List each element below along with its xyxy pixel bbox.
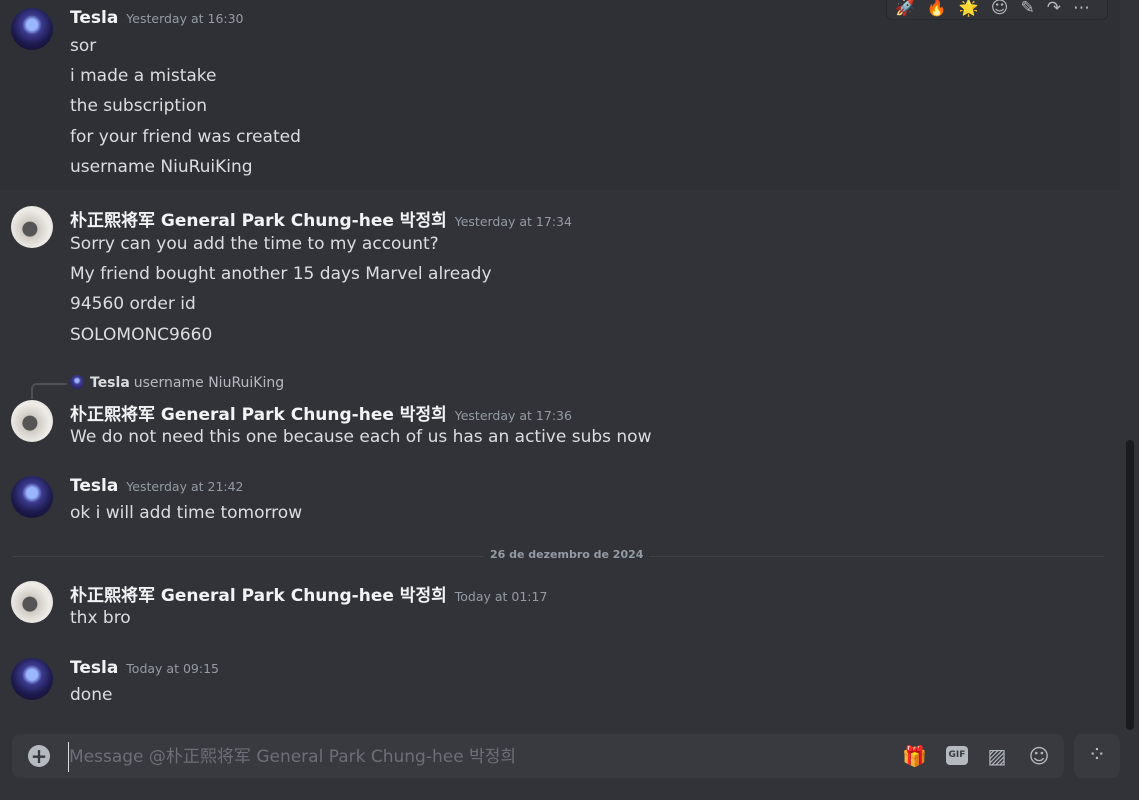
chat-messages: Tesla Yesterday at 16:30 sor i made a mis…	[0, 0, 1125, 730]
message-text: done	[70, 685, 113, 705]
message-timestamp: Yesterday at 17:36	[454, 408, 572, 423]
message-text: the subscription	[70, 96, 207, 116]
upload-plus-icon[interactable]: +	[28, 745, 50, 767]
message-text: We do not need this one because each of …	[70, 427, 652, 447]
add-reaction-icon[interactable]: ☺	[991, 0, 1009, 17]
reply-author: Tesla	[90, 375, 130, 391]
message-group[interactable]: 朴正熙将军 General Park Chung-hee 박정희 Today at…	[0, 571, 1120, 633]
message-composer: + 🎁 GIF ▨ ☺	[12, 734, 1064, 778]
author-name[interactable]: Tesla	[70, 658, 118, 678]
message-group[interactable]: Tesla Today at 09:15 done	[0, 648, 1120, 710]
message-group[interactable]: Tesla Yesterday at 16:30 sor i made a mis…	[0, 0, 1120, 190]
chat-scrollbar[interactable]	[1126, 440, 1134, 730]
message-timestamp: Yesterday at 16:30	[126, 11, 244, 26]
message-text: sor	[70, 36, 97, 56]
author-name[interactable]: Tesla	[70, 476, 118, 496]
message-text: i made a mistake	[70, 66, 217, 86]
avatar[interactable]	[11, 658, 53, 700]
message-group[interactable]: 朴正熙将军 General Park Chung-hee 박정희 Yesterda…	[0, 390, 1120, 452]
message-group[interactable]: Tesla Yesterday at 21:42 ok i will add ti…	[0, 466, 1120, 528]
message-text: 94560 order id	[70, 294, 196, 314]
reaction-star[interactable]: 🌟	[959, 0, 979, 17]
avatar[interactable]	[11, 581, 53, 623]
reply-reference[interactable]: Tesla username NiuRuiKing	[70, 375, 284, 391]
more-icon[interactable]: ⋯	[1073, 0, 1090, 17]
avatar[interactable]	[11, 206, 53, 248]
message-text: for your friend was created	[70, 127, 301, 147]
message-timestamp: Today at 01:17	[454, 589, 548, 604]
author-name[interactable]: Tesla	[70, 8, 118, 28]
message-timestamp: Yesterday at 21:42	[126, 479, 244, 494]
message-text: Sorry can you add the time to my account…	[70, 234, 439, 254]
message-input[interactable]	[68, 742, 871, 772]
author-name[interactable]: 朴正熙将军 General Park Chung-hee 박정희	[70, 405, 447, 425]
message-text: SOLOMONC9660	[70, 325, 213, 345]
message-timestamp: Yesterday at 17:34	[454, 214, 572, 229]
message-text: thx bro	[70, 608, 131, 628]
emoji-icon[interactable]: ☺	[1028, 745, 1050, 767]
avatar[interactable]	[11, 476, 53, 518]
avatar[interactable]	[11, 400, 53, 442]
message-text: My friend bought another 15 days Marvel …	[70, 264, 492, 284]
gif-button[interactable]: GIF	[946, 746, 968, 765]
message-text: ok i will add time tomorrow	[70, 503, 303, 523]
reaction-fire[interactable]: 🔥	[927, 0, 947, 17]
apps-icon[interactable]: ⁘	[1074, 734, 1120, 778]
message-timestamp: Today at 09:15	[126, 661, 219, 676]
reply-avatar	[70, 375, 84, 389]
edit-icon[interactable]: ✎	[1021, 0, 1035, 17]
gift-icon[interactable]: 🎁	[902, 745, 927, 767]
message-action-toolbar: 🚀 🔥 🌟 ☺ ✎ ↷ ⋯	[886, 0, 1108, 20]
forward-icon[interactable]: ↷	[1047, 0, 1061, 17]
reply-text: username NiuRuiKing	[133, 375, 285, 391]
message-group[interactable]: 朴正熙将军 General Park Chung-hee 박정희 Yesterda…	[0, 196, 1120, 356]
sticker-icon[interactable]: ▨	[986, 745, 1008, 767]
author-name[interactable]: 朴正熙将军 General Park Chung-hee 박정희	[70, 586, 447, 606]
message-text: username NiuRuiKing	[70, 157, 253, 177]
author-name[interactable]: 朴正熙将军 General Park Chung-hee 박정희	[70, 211, 447, 231]
reaction-rocket[interactable]: 🚀	[895, 0, 915, 17]
avatar[interactable]	[11, 8, 53, 50]
date-divider-label: 26 de dezembro de 2024	[484, 548, 650, 561]
